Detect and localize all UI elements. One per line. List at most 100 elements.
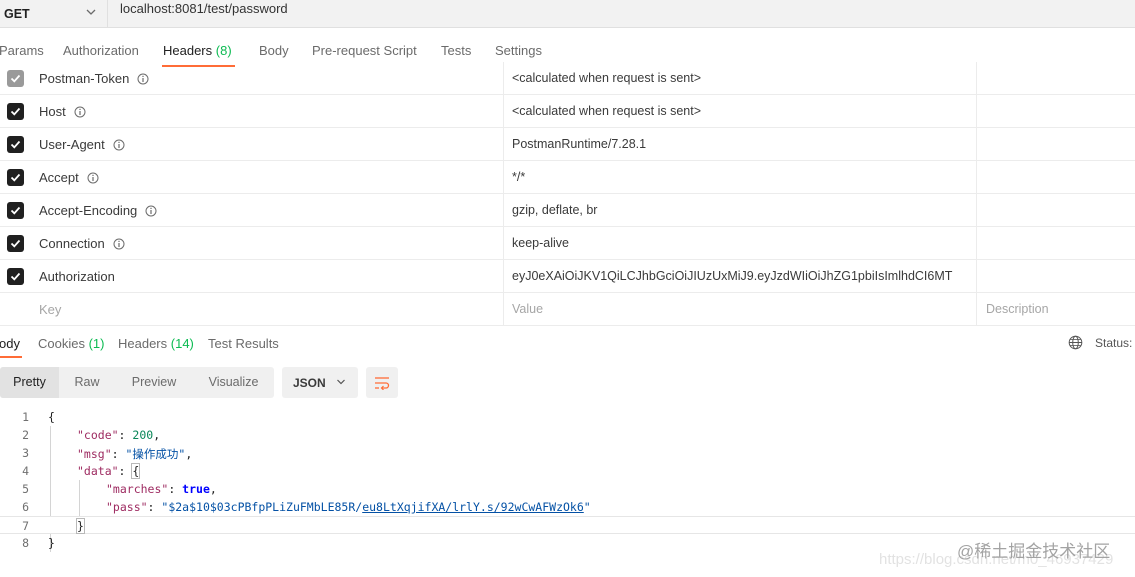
info-icon[interactable] bbox=[113, 238, 125, 250]
info-icon[interactable] bbox=[74, 106, 86, 118]
code-line: 3 "msg": "操作成功", bbox=[0, 444, 1135, 462]
tab-tests[interactable]: Tests bbox=[441, 43, 471, 58]
new-key-input[interactable]: Key bbox=[39, 302, 61, 317]
header-value[interactable]: <calculated when request is sent> bbox=[512, 104, 701, 118]
column-divider bbox=[976, 260, 977, 293]
column-divider bbox=[503, 161, 504, 194]
tab-response-headers[interactable]: Headers (14) bbox=[118, 336, 194, 351]
info-icon[interactable] bbox=[137, 73, 149, 85]
tab-headers-count: (8) bbox=[215, 43, 232, 58]
header-key: Accept-Encoding bbox=[39, 203, 157, 218]
code-line: 5 "marches": true, bbox=[0, 480, 1135, 498]
header-key: Connection bbox=[39, 236, 125, 251]
header-key: Postman-Token bbox=[39, 71, 149, 86]
text-cursor bbox=[83, 519, 85, 532]
info-icon[interactable] bbox=[145, 205, 157, 217]
tab-params[interactable]: Params bbox=[0, 43, 44, 58]
view-raw-button[interactable]: Raw bbox=[59, 367, 115, 398]
json-string-link[interactable]: eu8LtXqjifXA/lrlY.s/92wCwAFWzOk6 bbox=[362, 500, 584, 514]
json-key: "code" bbox=[77, 428, 119, 442]
header-key: Accept bbox=[39, 170, 99, 185]
view-preview-button[interactable]: Preview bbox=[115, 367, 193, 398]
brace-match: } bbox=[76, 518, 85, 534]
json-string: "$2a$10$03cPBfpPLiZuFMbLE85R/ bbox=[161, 500, 363, 514]
column-divider bbox=[503, 227, 504, 260]
checkbox-checked-icon[interactable] bbox=[7, 103, 24, 120]
column-divider bbox=[976, 227, 977, 260]
json-string: "操作成功" bbox=[125, 447, 186, 461]
json-boolean: true bbox=[182, 482, 210, 496]
tab-authorization[interactable]: Authorization bbox=[63, 43, 139, 58]
column-divider bbox=[976, 128, 977, 161]
header-value[interactable]: eyJ0eXAiOiJKV1QiLCJhbGciOiJIUzUxMiJ9.eyJ… bbox=[512, 269, 952, 283]
globe-icon[interactable] bbox=[1068, 335, 1083, 350]
line-number: 6 bbox=[22, 500, 29, 514]
info-icon[interactable] bbox=[87, 172, 99, 184]
header-key-text: Accept bbox=[39, 170, 79, 185]
header-value[interactable]: keep-alive bbox=[512, 236, 569, 250]
header-value[interactable]: <calculated when request is sent> bbox=[512, 71, 701, 85]
format-label: JSON bbox=[293, 375, 326, 390]
checkbox-checked-icon[interactable] bbox=[7, 268, 24, 285]
column-divider bbox=[503, 260, 504, 293]
header-key-text: User-Agent bbox=[39, 137, 105, 152]
view-visualize-button[interactable]: Visualize bbox=[193, 367, 274, 398]
header-key: Host bbox=[39, 104, 86, 119]
table-row-new: Key Value Description bbox=[0, 293, 1135, 326]
column-divider bbox=[503, 194, 504, 227]
brace-match: { bbox=[131, 463, 141, 479]
table-row: Postman-Token <calculated when request i… bbox=[0, 62, 1135, 95]
tab-pre-request-script[interactable]: Pre-request Script bbox=[312, 43, 417, 58]
tab-settings[interactable]: Settings bbox=[495, 43, 542, 58]
checkbox-checked-icon[interactable] bbox=[7, 70, 24, 87]
method-select[interactable]: GET bbox=[0, 0, 108, 28]
header-value[interactable]: */* bbox=[512, 170, 525, 184]
method-label: GET bbox=[4, 7, 30, 21]
chevron-down-icon bbox=[86, 9, 96, 15]
column-divider bbox=[976, 194, 977, 227]
json-key: "data" bbox=[77, 464, 119, 478]
url-input[interactable]: localhost:8081/test/password bbox=[120, 0, 288, 28]
new-value-input[interactable]: Value bbox=[512, 302, 543, 316]
tab-response-body[interactable]: ody bbox=[0, 336, 20, 351]
line-number: 7 bbox=[22, 519, 29, 533]
checkbox-checked-icon[interactable] bbox=[7, 169, 24, 186]
line-number: 5 bbox=[22, 482, 29, 496]
json-string: " bbox=[583, 500, 591, 514]
header-value[interactable]: PostmanRuntime/7.28.1 bbox=[512, 137, 646, 151]
json-key: "marches" bbox=[106, 482, 169, 496]
info-icon[interactable] bbox=[113, 139, 125, 151]
column-divider bbox=[503, 293, 504, 326]
code-text: "data": { bbox=[77, 463, 141, 479]
header-key-text: Accept-Encoding bbox=[39, 203, 138, 218]
tab-headers[interactable]: Headers (8) bbox=[163, 43, 232, 58]
header-key: User-Agent bbox=[39, 137, 125, 152]
header-key-text: Authorization bbox=[39, 269, 115, 284]
json-key: "msg" bbox=[77, 447, 112, 461]
view-mode-group: Pretty Raw Preview Visualize bbox=[0, 367, 274, 398]
header-value[interactable]: gzip, deflate, br bbox=[512, 203, 597, 217]
code-line: 4 "data": { bbox=[0, 462, 1135, 480]
tab-body[interactable]: Body bbox=[259, 43, 289, 58]
wrap-lines-button[interactable] bbox=[366, 367, 398, 398]
format-select[interactable]: JSON bbox=[282, 367, 358, 398]
chevron-down-icon bbox=[337, 379, 345, 385]
tab-cookies[interactable]: Cookies (1) bbox=[38, 336, 104, 351]
tab-test-results[interactable]: Test Results bbox=[208, 336, 279, 351]
tab-cookies-label: Cookies bbox=[38, 336, 85, 351]
code-text: "marches": true, bbox=[106, 482, 217, 496]
line-number: 1 bbox=[22, 410, 29, 424]
column-divider bbox=[503, 128, 504, 161]
table-row: Connection keep-alive bbox=[0, 227, 1135, 260]
checkbox-checked-icon[interactable] bbox=[7, 235, 24, 252]
checkbox-checked-icon[interactable] bbox=[7, 202, 24, 219]
column-divider bbox=[503, 62, 504, 95]
header-key: Authorization bbox=[39, 269, 115, 284]
checkbox-checked-icon[interactable] bbox=[7, 136, 24, 153]
view-pretty-button[interactable]: Pretty bbox=[0, 367, 59, 398]
watermark: @稀土掘金技术社区 bbox=[957, 542, 1111, 561]
active-tab-indicator bbox=[0, 356, 22, 358]
new-description-input[interactable]: Description bbox=[986, 302, 1049, 316]
tab-cookies-count: (1) bbox=[88, 336, 105, 351]
code-line: 1 { bbox=[0, 408, 1135, 426]
